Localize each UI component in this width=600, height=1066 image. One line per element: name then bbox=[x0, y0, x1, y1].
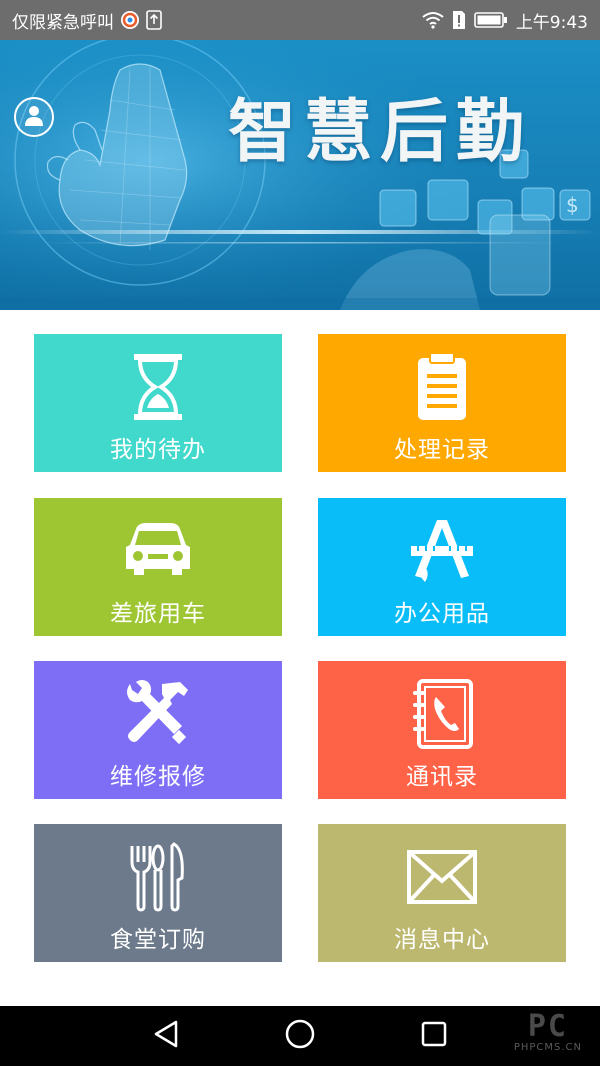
tile-label: 维修报修 bbox=[110, 764, 206, 790]
tile-canteen-order[interactable]: 食堂订购 bbox=[34, 824, 282, 962]
user-icon bbox=[22, 103, 46, 131]
watermark-site: PHPCMS.CN bbox=[513, 1042, 582, 1053]
home-circle-icon bbox=[284, 1018, 316, 1054]
tile-label: 办公用品 bbox=[394, 601, 490, 627]
tile-label: 我的待办 bbox=[110, 437, 206, 463]
system-nav-bar: PC PHPCMS.CN bbox=[0, 1006, 600, 1066]
feature-grid: 我的待办 处理记录 差旅用车 办公用品 维修报修 通讯录 食堂订购 消息中心 bbox=[0, 310, 600, 996]
clipboard-icon bbox=[414, 350, 470, 424]
wifi-icon bbox=[422, 11, 444, 29]
user-avatar-button[interactable] bbox=[14, 97, 54, 137]
back-button[interactable] bbox=[148, 1020, 184, 1052]
watermark-brand: PC bbox=[527, 1009, 568, 1044]
browser-icon bbox=[120, 10, 140, 30]
car-icon bbox=[122, 514, 194, 588]
tile-office-supplies[interactable]: 办公用品 bbox=[318, 498, 566, 636]
tile-my-todos[interactable]: 我的待办 bbox=[34, 334, 282, 472]
upload-icon bbox=[146, 10, 162, 30]
phonebook-icon bbox=[409, 677, 475, 751]
recents-square-icon bbox=[420, 1020, 448, 1052]
tile-label: 消息中心 bbox=[394, 927, 490, 953]
tile-contacts[interactable]: 通讯录 bbox=[318, 661, 566, 799]
tile-repairs[interactable]: 维修报修 bbox=[34, 661, 282, 799]
tile-label: 食堂订购 bbox=[110, 927, 206, 953]
hourglass-icon bbox=[130, 350, 186, 424]
tile-message-center[interactable]: 消息中心 bbox=[318, 824, 566, 962]
back-triangle-icon bbox=[152, 1019, 180, 1053]
watermark: PC PHPCMS.CN bbox=[513, 1009, 582, 1054]
svg-text:$: $ bbox=[566, 193, 579, 217]
tile-label: 通讯录 bbox=[406, 764, 478, 790]
clock-text: 上午9:43 bbox=[515, 12, 588, 33]
recents-button[interactable] bbox=[416, 1020, 452, 1052]
tile-label: 处理记录 bbox=[394, 437, 490, 463]
home-button[interactable] bbox=[282, 1018, 318, 1054]
cutlery-icon bbox=[128, 840, 188, 914]
tile-processing-records[interactable]: 处理记录 bbox=[318, 334, 566, 472]
status-bar: 仅限紧急呼叫 上午9:43 bbox=[0, 0, 600, 40]
stationery-icon bbox=[407, 514, 477, 588]
banner-title: 智慧后勤 bbox=[228, 93, 533, 172]
battery-icon bbox=[474, 11, 508, 29]
tools-icon bbox=[122, 677, 194, 751]
envelope-icon bbox=[406, 840, 478, 914]
hero-banner: $ 智慧后勤 bbox=[0, 40, 600, 310]
sim-alert-icon bbox=[452, 10, 466, 30]
tile-label: 差旅用车 bbox=[110, 601, 206, 627]
carrier-status-text: 仅限紧急呼叫 bbox=[12, 12, 114, 33]
tile-travel-car[interactable]: 差旅用车 bbox=[34, 498, 282, 636]
